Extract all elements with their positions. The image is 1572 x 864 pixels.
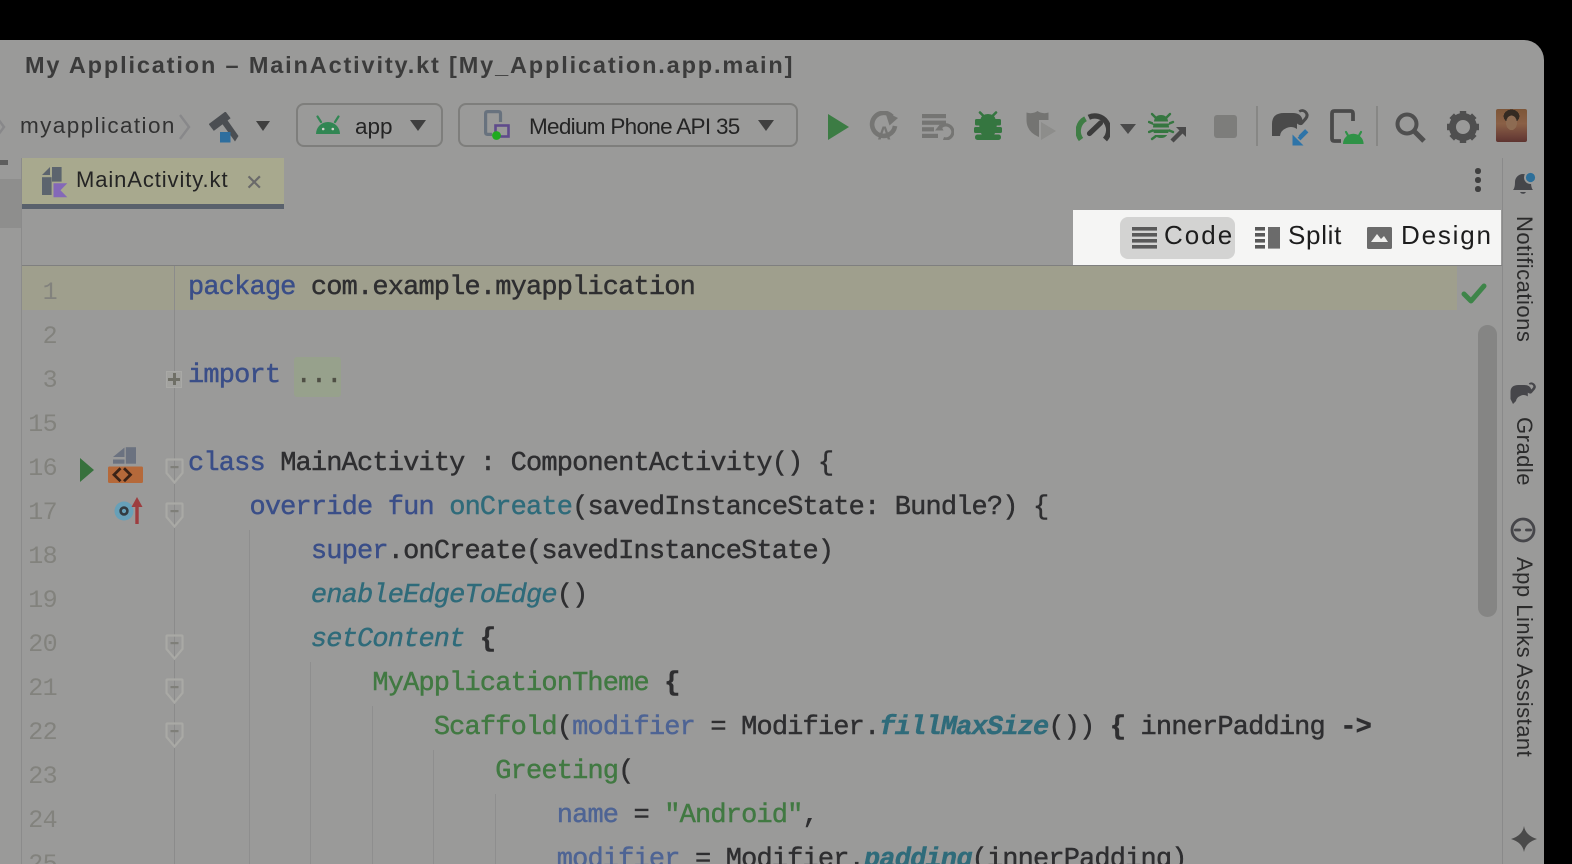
svg-text:A: A [878, 123, 891, 142]
